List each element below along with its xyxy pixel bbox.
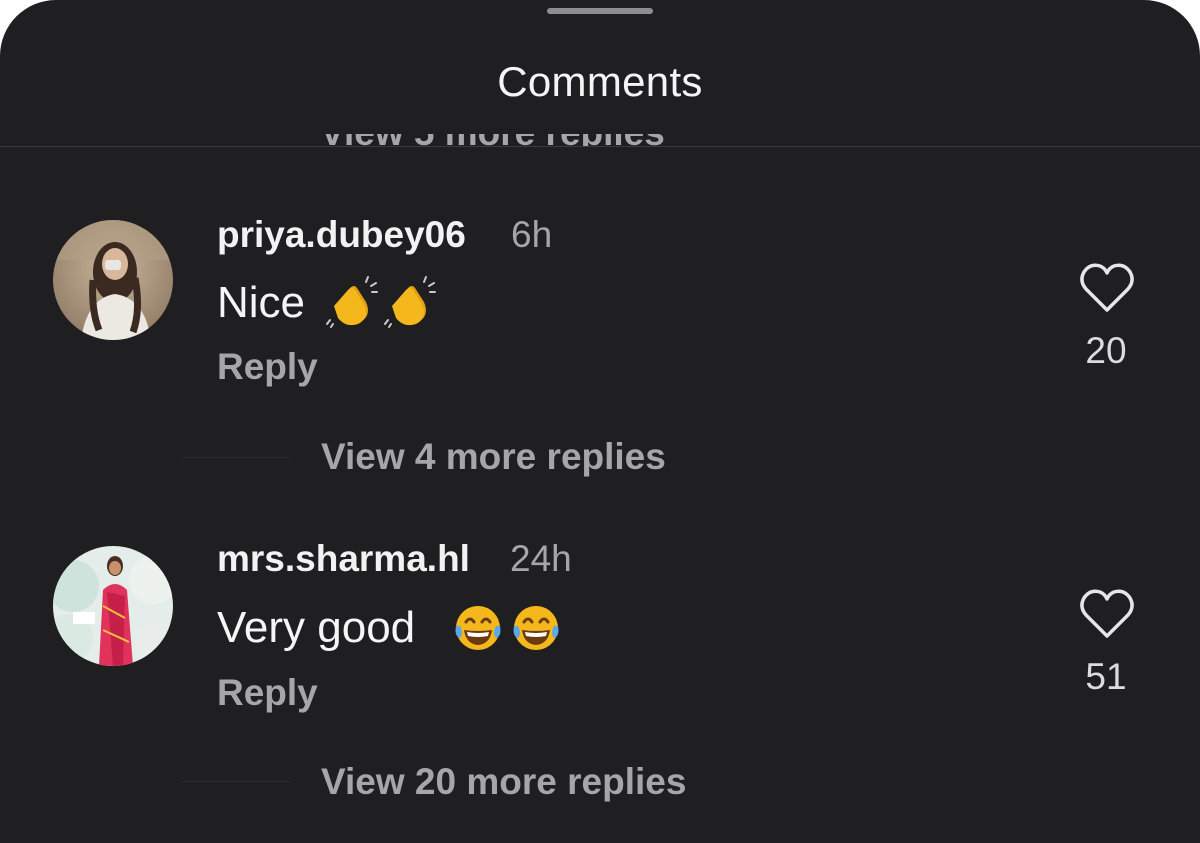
header-divider	[0, 146, 1200, 147]
avatar[interactable]	[53, 220, 173, 340]
reply-button[interactable]: Reply	[217, 672, 318, 714]
comment-username[interactable]: priya.dubey06	[217, 214, 466, 256]
clapping-hands-emoji	[326, 276, 378, 328]
clapping-hands-emoji	[384, 276, 436, 328]
comment-timestamp: 24h	[510, 538, 572, 579]
comment-text: Nice	[217, 278, 306, 327]
view-more-replies-button[interactable]: View 20 more replies	[321, 761, 686, 803]
replies-divider-line	[182, 781, 290, 782]
clipped-view-replies-label: View 5 more replies	[320, 134, 665, 146]
avatar-photo	[53, 546, 173, 666]
avatar-photo	[53, 220, 173, 340]
heart-outline-icon[interactable]	[1077, 584, 1137, 644]
sheet-title: Comments	[497, 58, 703, 105]
drag-handle[interactable]	[547, 8, 653, 14]
like-count: 20	[1085, 330, 1127, 371]
tears-of-joy-emoji	[455, 606, 501, 650]
view-more-replies-button[interactable]: View 4 more replies	[321, 436, 666, 478]
heart-outline-icon[interactable]	[1077, 258, 1137, 318]
replies-divider-line	[182, 457, 290, 458]
comment-timestamp: 6h	[511, 214, 553, 255]
clipped-view-replies-link[interactable]: View 5 more replies	[320, 134, 700, 146]
avatar[interactable]	[53, 546, 173, 666]
comments-sheet: Comments View 5 more replies	[0, 0, 1200, 843]
reply-button[interactable]: Reply	[217, 346, 318, 388]
like-count: 51	[1085, 656, 1127, 697]
comment-text: Very good	[217, 603, 416, 652]
comment-username[interactable]: mrs.sharma.hl	[217, 538, 470, 580]
tears-of-joy-emoji	[513, 606, 559, 650]
